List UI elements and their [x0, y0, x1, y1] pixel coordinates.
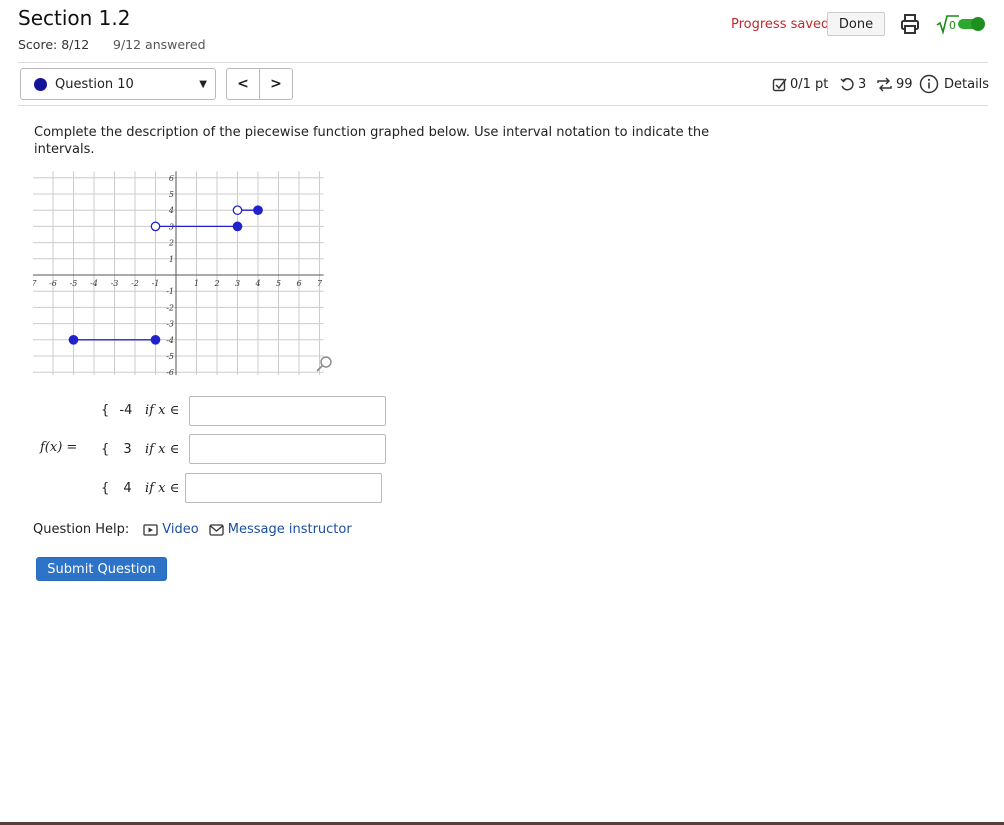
closed-endpoint [68, 334, 79, 345]
closed-endpoint [232, 221, 243, 232]
y-tick-label: 2 [168, 239, 174, 248]
next-question-button[interactable]: > [259, 68, 293, 100]
piece-brace: { [101, 442, 110, 457]
open-endpoint [232, 205, 243, 216]
x-tick-label: -2 [131, 279, 139, 288]
x-tick-label: 6 [296, 279, 301, 288]
details-label: Details [944, 76, 990, 92]
header-divider [18, 62, 988, 63]
video-link[interactable]: Video [143, 522, 199, 537]
interval-input-3[interactable] [185, 473, 382, 503]
retries-indicator: 3 [840, 77, 866, 92]
caret-down-icon: ▼ [199, 79, 207, 90]
question-help: Question Help: Video Message instructor [33, 522, 352, 537]
points-indicator: 0/1 pt [772, 77, 828, 92]
message-instructor-label[interactable]: Message instructor [228, 522, 352, 537]
y-tick-label: 6 [169, 174, 174, 183]
function-lhs: f(x) = [40, 440, 77, 455]
piece-value: 3 [123, 442, 132, 457]
piece-brace: { [101, 403, 110, 418]
submit-question-button[interactable]: Submit Question [36, 557, 167, 581]
y-tick-label: -4 [166, 336, 174, 345]
closed-endpoint [253, 205, 263, 216]
print-icon[interactable] [900, 13, 920, 35]
video-link-label[interactable]: Video [162, 522, 198, 537]
question-status-dot [34, 77, 47, 91]
checkbox-icon [772, 78, 787, 92]
piece-row-2: { 3 [101, 442, 132, 457]
x-tick-label: -3 [111, 279, 119, 288]
function-name: f(x) = [40, 440, 78, 455]
x-tick-label: -4 [90, 279, 98, 288]
piece-row-3: { 4 [101, 481, 132, 496]
y-tick-label: -6 [166, 368, 174, 375]
x-tick-label: -6 [49, 279, 57, 288]
message-instructor-link[interactable]: Message instructor [209, 522, 352, 537]
math-input-icon[interactable]: 0 [936, 12, 960, 36]
y-tick-label: -3 [166, 320, 174, 329]
help-label: Question Help: [33, 522, 130, 537]
closed-endpoint [150, 334, 161, 345]
attempts-indicator: 99 [876, 77, 913, 92]
x-tick-label: 4 [254, 279, 260, 288]
piecewise-graph: -7-6-5-4-3-2-11234567654321-1-2-3-4-5-6 [33, 171, 332, 375]
x-tick-label: -7 [33, 279, 37, 288]
x-tick-label: 3 [235, 279, 240, 288]
x-tick-label: -1 [152, 279, 160, 288]
svg-text:0: 0 [949, 19, 956, 32]
y-tick-label: -5 [166, 352, 174, 361]
score-text: Score: 8/12 [18, 37, 90, 52]
retries-count: 3 [858, 77, 867, 92]
interval-input-2[interactable] [189, 434, 386, 464]
piece-condition: if x ∈ [145, 403, 180, 418]
done-button[interactable]: Done [827, 12, 885, 36]
y-tick-label: 5 [169, 190, 174, 199]
x-tick-label: -5 [70, 279, 78, 288]
attempts-icon [877, 77, 892, 92]
question-prompt: Complete the description of the piecewis… [34, 125, 710, 157]
progress-status: Progress saved [731, 17, 830, 32]
x-tick-label: 1 [194, 279, 199, 288]
question-select-label: Question 10 [55, 76, 134, 92]
interval-input-1[interactable] [189, 396, 386, 426]
piece-condition: if x ∈ [145, 481, 180, 496]
retry-icon [840, 78, 854, 91]
info-icon [919, 74, 939, 94]
open-endpoint [150, 221, 161, 232]
piece-condition: if x ∈ [145, 442, 180, 457]
y-tick-label: -2 [166, 303, 174, 312]
math-toggle-switch[interactable] [958, 17, 986, 31]
x-tick-label: 5 [276, 279, 281, 288]
section-title: Section 1.2 [18, 6, 131, 30]
y-tick-label: 4 [168, 206, 174, 215]
details-link[interactable]: Details [919, 74, 989, 94]
nav-divider [18, 105, 988, 106]
piece-row-1: { -4 [101, 403, 132, 418]
question-select[interactable]: Question 10 ▼ [20, 68, 216, 100]
answered-count: 9/12 answered [113, 37, 206, 52]
mail-icon [209, 523, 224, 536]
x-tick-label: 2 [213, 279, 219, 288]
x-tick-label: 7 [317, 279, 323, 288]
y-tick-label: 1 [169, 255, 174, 264]
video-icon [143, 523, 158, 536]
piece-value: -4 [119, 403, 133, 418]
y-tick-label: -1 [166, 287, 174, 296]
attempts-count: 99 [896, 77, 913, 92]
piece-brace: { [101, 481, 110, 496]
points-text: 0/1 pt [790, 77, 829, 92]
previous-question-button[interactable]: < [226, 68, 260, 100]
piece-value: 4 [123, 481, 132, 496]
